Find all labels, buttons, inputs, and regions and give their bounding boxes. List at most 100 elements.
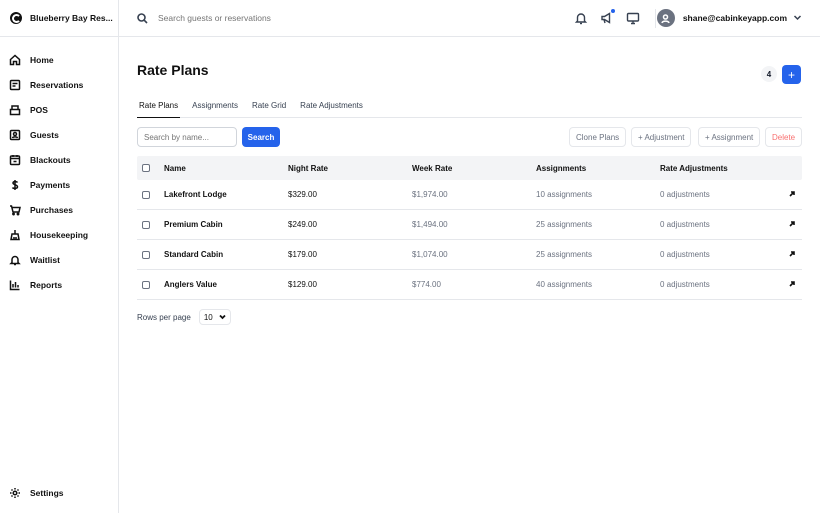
cell-name: Standard Cabin [164, 250, 224, 259]
cell-week-rate: $1,974.00 [412, 190, 448, 199]
count-badge: 4 [761, 66, 777, 82]
sidebar-item-label: Settings [30, 487, 64, 498]
column-header-week-rate[interactable]: Week Rate [412, 164, 452, 173]
open-link-icon[interactable] [788, 220, 796, 230]
select-all-checkbox[interactable] [142, 164, 150, 172]
search-button[interactable]: Search [242, 127, 280, 147]
sidebar-item-label: Reservations [30, 79, 84, 90]
table-row[interactable]: Lakefront Lodge $329.00 $1,974.00 10 ass… [137, 180, 802, 210]
main-content: Rate Plans 4 + Rate Plans Assignments Ra… [119, 37, 820, 513]
cell-night-rate: $129.00 [288, 280, 317, 289]
column-header-night-rate[interactable]: Night Rate [288, 164, 328, 173]
megaphone-icon[interactable] [600, 9, 615, 25]
row-checkbox[interactable] [142, 220, 150, 229]
sidebar: Blueberry Bay Res... Home Reservations P… [0, 0, 119, 513]
open-link-icon[interactable] [788, 190, 796, 200]
chevron-down-icon [793, 13, 802, 24]
row-checkbox[interactable] [142, 280, 150, 289]
cell-night-rate: $179.00 [288, 250, 317, 259]
table-row[interactable]: Anglers Value $129.00 $774.00 40 assignm… [137, 270, 802, 300]
tab-rate-adjustments[interactable]: Rate Adjustments [298, 98, 365, 118]
notification-bell-icon[interactable] [574, 11, 588, 25]
sidebar-item-reservations[interactable]: Reservations [0, 72, 118, 97]
sidebar-item-reports[interactable]: Reports [0, 272, 118, 297]
bell-icon [9, 254, 21, 266]
column-header-rate-adjustments[interactable]: Rate Adjustments [660, 164, 728, 173]
cell-assignments: 10 assignments [536, 190, 593, 199]
toolbar: Search Clone Plans + Adjustment + Assign… [137, 127, 803, 147]
tabs: Rate Plans Assignments Rate Grid Rate Ad… [137, 98, 802, 118]
user-email: shane@cabinkeyapp.com [682, 13, 787, 23]
avatar [656, 9, 675, 27]
search-icon [137, 12, 148, 24]
sidebar-nav: Home Reservations POS Guests Blackouts P… [0, 37, 118, 297]
cell-adjustments: 0 adjustments [660, 220, 710, 229]
cell-adjustments: 0 adjustments [660, 280, 710, 289]
table-row[interactable]: Premium Cabin $249.00 $1,494.00 25 assig… [137, 210, 802, 240]
register-icon [9, 104, 21, 116]
sidebar-bottom: Settings [0, 480, 118, 505]
row-checkbox[interactable] [142, 250, 150, 259]
tab-rate-plans[interactable]: Rate Plans [137, 98, 181, 118]
add-rate-plan-button[interactable]: + [782, 65, 801, 84]
open-link-icon[interactable] [788, 280, 796, 290]
delete-button[interactable]: Delete [765, 127, 803, 147]
brand[interactable]: Blueberry Bay Res... [0, 0, 118, 37]
cell-name: Premium Cabin [164, 220, 223, 229]
rows-per-page-select[interactable]: 10 [198, 309, 231, 325]
sidebar-item-label: Payments [30, 179, 71, 190]
cell-assignments: 40 assignments [536, 280, 593, 289]
monitor-icon[interactable] [626, 11, 640, 25]
sidebar-item-blackouts[interactable]: Blackouts [0, 147, 118, 172]
user-menu[interactable]: shane@cabinkeyapp.com [656, 9, 802, 27]
unread-dot [611, 9, 615, 13]
tab-assignments[interactable]: Assignments [190, 98, 240, 118]
sidebar-item-settings[interactable]: Settings [0, 480, 118, 505]
table-row[interactable]: Standard Cabin $179.00 $1,074.00 25 assi… [137, 240, 802, 270]
gear-icon [9, 487, 21, 499]
sidebar-item-label: Housekeeping [30, 229, 89, 240]
open-link-icon[interactable] [788, 250, 796, 260]
cell-assignments: 25 assignments [536, 250, 593, 259]
sidebar-item-purchases[interactable]: Purchases [0, 197, 118, 222]
add-adjustment-button[interactable]: + Adjustment [631, 127, 692, 147]
cell-assignments: 25 assignments [536, 220, 593, 229]
sidebar-item-label: POS [30, 104, 48, 115]
pagination: Rows per page 10 [137, 309, 231, 325]
cell-name: Lakefront Lodge [164, 190, 227, 199]
home-icon [9, 53, 21, 66]
cell-adjustments: 0 adjustments [660, 190, 710, 199]
cell-week-rate: $774.00 [412, 280, 441, 289]
calendar-block-icon [9, 154, 21, 166]
topbar-icons [574, 9, 640, 25]
cell-week-rate: $1,074.00 [412, 250, 448, 259]
cell-night-rate: $249.00 [288, 220, 317, 229]
brand-logo-icon [10, 12, 22, 24]
add-assignment-button[interactable]: + Assignment [698, 127, 761, 147]
bar-chart-icon [9, 279, 21, 291]
sidebar-item-pos[interactable]: POS [0, 97, 118, 122]
rate-plans-table: Name Night Rate Week Rate Assignments Ra… [137, 156, 802, 300]
table-header: Name Night Rate Week Rate Assignments Ra… [137, 156, 802, 180]
brand-name: Blueberry Bay Res... [30, 13, 113, 23]
column-header-assignments[interactable]: Assignments [536, 164, 586, 173]
rows-per-page-label: Rows per page [137, 312, 191, 322]
name-search-input[interactable] [137, 127, 237, 147]
sidebar-item-housekeeping[interactable]: Housekeeping [0, 222, 118, 247]
clone-plans-button[interactable]: Clone Plans [569, 127, 627, 147]
cleaning-icon [9, 229, 21, 241]
cart-icon [9, 204, 21, 216]
sidebar-item-label: Reports [30, 279, 63, 290]
global-search-input[interactable] [158, 13, 358, 23]
page-title: Rate Plans [137, 62, 209, 78]
sidebar-item-waitlist[interactable]: Waitlist [0, 247, 118, 272]
column-header-name[interactable]: Name [164, 164, 186, 173]
row-checkbox[interactable] [142, 190, 150, 199]
id-card-icon [9, 129, 21, 141]
chevron-down-icon [219, 313, 226, 322]
calendar-edit-icon [9, 79, 21, 91]
sidebar-item-payments[interactable]: Payments [0, 172, 118, 197]
sidebar-item-guests[interactable]: Guests [0, 122, 118, 147]
tab-rate-grid[interactable]: Rate Grid [250, 98, 288, 118]
sidebar-item-home[interactable]: Home [0, 47, 118, 72]
